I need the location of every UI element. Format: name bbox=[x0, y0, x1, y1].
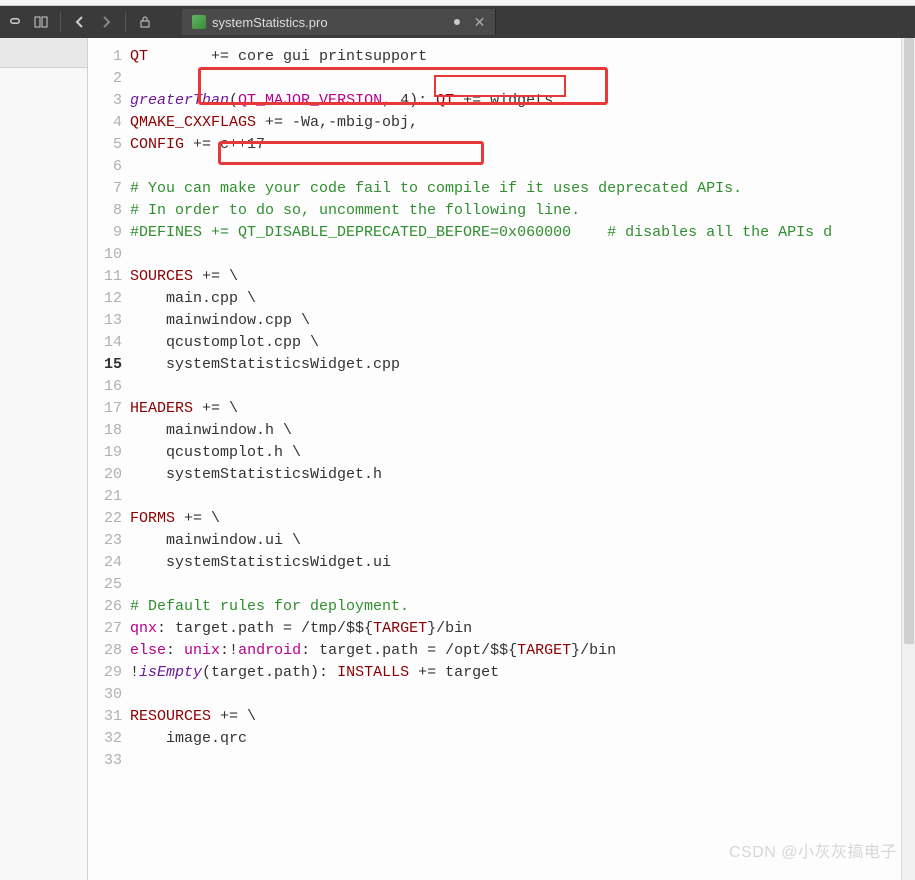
toolbar-separator bbox=[125, 12, 126, 32]
code-line[interactable] bbox=[130, 574, 915, 596]
line-number: 30 bbox=[88, 684, 122, 706]
main-area: 1234567891011121314151617181920212223242… bbox=[0, 38, 915, 880]
code-line[interactable]: RESOURCES += \ bbox=[130, 706, 915, 728]
code-line[interactable]: SOURCES += \ bbox=[130, 266, 915, 288]
code-line[interactable]: qcustomplot.h \ bbox=[130, 442, 915, 464]
scrollbar-thumb[interactable] bbox=[904, 38, 914, 644]
line-number: 12 bbox=[88, 288, 122, 310]
line-number: 11 bbox=[88, 266, 122, 288]
line-number: 2 bbox=[88, 68, 122, 90]
code-line[interactable]: else: unix:!android: target.path = /opt/… bbox=[130, 640, 915, 662]
line-number-gutter: 1234567891011121314151617181920212223242… bbox=[88, 46, 130, 880]
code-line[interactable]: systemStatisticsWidget.h bbox=[130, 464, 915, 486]
line-number: 16 bbox=[88, 376, 122, 398]
nav-back-icon[interactable] bbox=[71, 13, 89, 31]
nav-forward-icon[interactable] bbox=[97, 13, 115, 31]
tab-filename: systemStatistics.pro bbox=[212, 15, 328, 30]
code-line[interactable]: mainwindow.cpp \ bbox=[130, 310, 915, 332]
code-line[interactable] bbox=[130, 486, 915, 508]
editor-toolbar: systemStatistics.pro ✕ bbox=[0, 6, 915, 38]
toolbar-separator bbox=[60, 12, 61, 32]
code-line[interactable]: # In order to do so, uncomment the follo… bbox=[130, 200, 915, 222]
code-line[interactable] bbox=[130, 684, 915, 706]
code-line[interactable]: FORMS += \ bbox=[130, 508, 915, 530]
code-line[interactable]: # Default rules for deployment. bbox=[130, 596, 915, 618]
line-number: 3 bbox=[88, 90, 122, 112]
code-line[interactable]: HEADERS += \ bbox=[130, 398, 915, 420]
line-number: 8 bbox=[88, 200, 122, 222]
line-number: 13 bbox=[88, 310, 122, 332]
project-file-icon bbox=[192, 15, 206, 29]
code-line[interactable]: # You can make your code fail to compile… bbox=[130, 178, 915, 200]
line-number: 18 bbox=[88, 420, 122, 442]
line-number: 29 bbox=[88, 662, 122, 684]
code-line[interactable]: !isEmpty(target.path): INSTALLS += targe… bbox=[130, 662, 915, 684]
line-number: 24 bbox=[88, 552, 122, 574]
line-number: 20 bbox=[88, 464, 122, 486]
line-number: 31 bbox=[88, 706, 122, 728]
line-number: 14 bbox=[88, 332, 122, 354]
sidebar-header bbox=[0, 38, 87, 68]
line-number: 7 bbox=[88, 178, 122, 200]
code-line[interactable] bbox=[130, 156, 915, 178]
code-line[interactable] bbox=[130, 376, 915, 398]
line-number: 19 bbox=[88, 442, 122, 464]
line-number: 22 bbox=[88, 508, 122, 530]
code-line[interactable]: qcustomplot.cpp \ bbox=[130, 332, 915, 354]
code-line[interactable]: mainwindow.ui \ bbox=[130, 530, 915, 552]
code-line[interactable]: QMAKE_CXXFLAGS += -Wa,-mbig-obj, bbox=[130, 112, 915, 134]
line-number: 6 bbox=[88, 156, 122, 178]
line-number: 25 bbox=[88, 574, 122, 596]
lock-icon[interactable] bbox=[136, 13, 154, 31]
line-number: 33 bbox=[88, 750, 122, 772]
code-line[interactable]: #DEFINES += QT_DISABLE_DEPRECATED_BEFORE… bbox=[130, 222, 915, 244]
code-lines[interactable]: QT += core gui printsupport greaterThan(Q… bbox=[130, 46, 915, 880]
file-tab[interactable]: systemStatistics.pro ✕ bbox=[182, 9, 496, 35]
line-number: 32 bbox=[88, 728, 122, 750]
code-line[interactable] bbox=[130, 68, 915, 90]
code-line[interactable]: qnx: target.path = /tmp/$${TARGET}/bin bbox=[130, 618, 915, 640]
line-number: 27 bbox=[88, 618, 122, 640]
line-number: 5 bbox=[88, 134, 122, 156]
code-line[interactable]: systemStatisticsWidget.cpp bbox=[130, 354, 915, 376]
line-number: 10 bbox=[88, 244, 122, 266]
link-icon[interactable] bbox=[6, 13, 24, 31]
code-line[interactable]: main.cpp \ bbox=[130, 288, 915, 310]
close-tab-icon[interactable]: ✕ bbox=[474, 14, 486, 31]
code-line[interactable]: greaterThan(QT_MAJOR_VERSION, 4): QT += … bbox=[130, 90, 915, 112]
line-number: 9 bbox=[88, 222, 122, 244]
code-line[interactable]: mainwindow.h \ bbox=[130, 420, 915, 442]
vertical-scrollbar[interactable] bbox=[901, 38, 915, 880]
code-line[interactable]: QT += core gui printsupport bbox=[130, 46, 915, 68]
modified-indicator-icon bbox=[454, 19, 460, 25]
code-editor[interactable]: 1234567891011121314151617181920212223242… bbox=[88, 38, 915, 880]
line-number: 21 bbox=[88, 486, 122, 508]
line-number: 26 bbox=[88, 596, 122, 618]
code-line[interactable] bbox=[130, 750, 915, 772]
left-sidebar bbox=[0, 38, 88, 880]
line-number: 23 bbox=[88, 530, 122, 552]
line-number: 17 bbox=[88, 398, 122, 420]
line-number: 4 bbox=[88, 112, 122, 134]
code-container: 1234567891011121314151617181920212223242… bbox=[88, 38, 915, 880]
line-number: 1 bbox=[88, 46, 122, 68]
tab-bar: systemStatistics.pro ✕ bbox=[182, 6, 909, 38]
code-line[interactable]: CONFIG += c++17 bbox=[130, 134, 915, 156]
split-icon[interactable] bbox=[32, 13, 50, 31]
code-line[interactable]: systemStatisticsWidget.ui bbox=[130, 552, 915, 574]
line-number: 15 bbox=[88, 354, 122, 376]
code-line[interactable] bbox=[130, 244, 915, 266]
line-number: 28 bbox=[88, 640, 122, 662]
code-line[interactable]: image.qrc bbox=[130, 728, 915, 750]
